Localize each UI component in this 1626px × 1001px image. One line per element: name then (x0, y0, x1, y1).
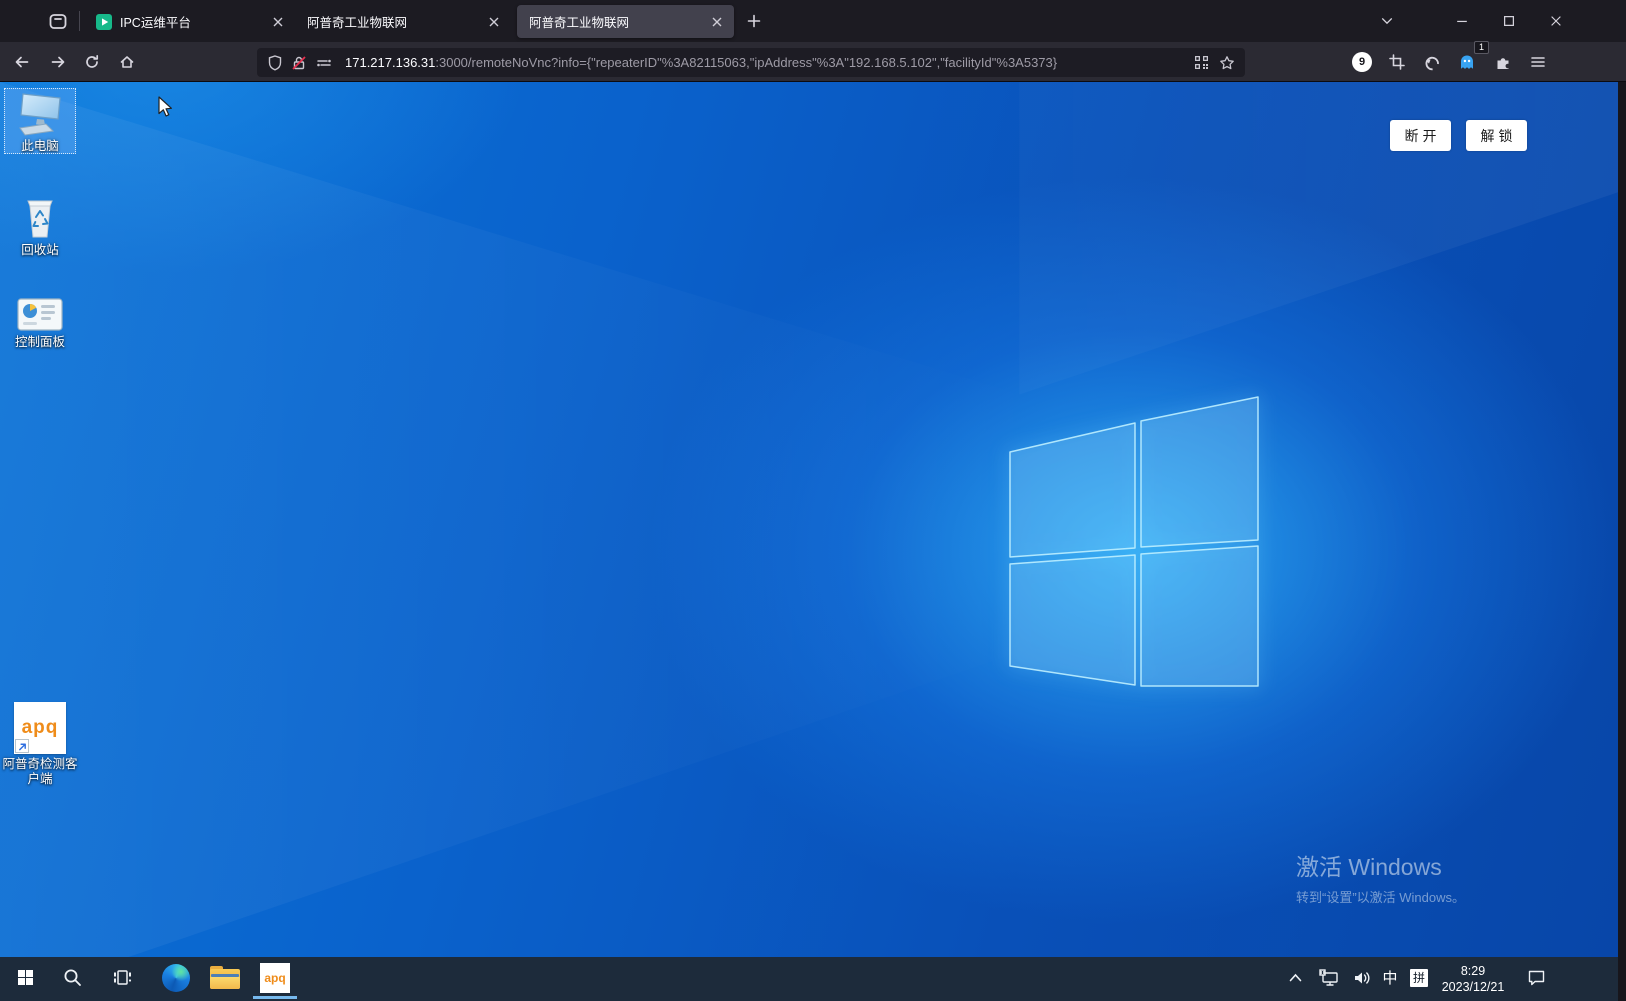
url-host: 171.217.136.31 (345, 55, 435, 70)
search-icon[interactable] (56, 957, 88, 998)
desktop-icon-recycle-bin[interactable]: 回收站 (4, 190, 76, 258)
tab-close-icon[interactable] (483, 11, 505, 33)
ime-mode-indicator[interactable]: 拼 (1406, 957, 1432, 998)
qr-code-icon[interactable] (1194, 55, 1209, 70)
watermark-subtitle: 转到“设置”以激活 Windows。 (1296, 887, 1465, 906)
ghost-extension-icon[interactable]: 1 (1452, 47, 1482, 77)
desktop-icon-this-pc[interactable]: 此电脑 (4, 88, 76, 154)
tab-bar: IPC运维平台 阿普奇工业物联网 阿普奇工业物联网 (0, 0, 1626, 42)
taskbar-clock[interactable]: 8:29 2023/12/21 (1436, 957, 1510, 1001)
network-icon[interactable] (1315, 957, 1343, 998)
clock-time: 8:29 (1436, 963, 1510, 979)
icon-label: 控制面板 (15, 335, 65, 350)
navigation-toolbar: 171.217.136.31:3000/remoteNoVnc?info={"r… (0, 42, 1626, 82)
icon-label: 回收站 (21, 243, 59, 258)
home-icon[interactable] (112, 47, 142, 77)
screenshot-crop-icon[interactable] (1382, 47, 1412, 77)
scrollbar[interactable] (1618, 82, 1626, 1001)
ghost-badge: 1 (1474, 41, 1489, 54)
apq-client-icon: apq (14, 702, 66, 754)
task-view-icon[interactable] (106, 957, 138, 998)
ime-language-indicator[interactable]: 中 (1378, 957, 1402, 998)
back-icon[interactable] (7, 47, 37, 77)
tray-chevron-up-icon[interactable] (1283, 957, 1307, 998)
bookmark-star-icon[interactable] (1219, 55, 1235, 71)
divider (79, 11, 80, 31)
watermark-title: 激活 Windows (1296, 848, 1465, 882)
activation-watermark: 激活 Windows 转到“设置”以激活 Windows。 (1296, 848, 1465, 906)
mouse-cursor (158, 96, 178, 118)
ball-badge: 9 (1352, 52, 1372, 72)
icon-label: 此电脑 (21, 139, 59, 154)
forward-icon[interactable] (43, 47, 73, 77)
tab-title: IPC运维平台 (120, 12, 263, 31)
unlock-button[interactable]: 解锁 (1466, 120, 1527, 151)
desktop-icon-control-panel[interactable]: 控制面板 (4, 294, 76, 350)
icon-label: 阿普奇检测客户端 (2, 757, 77, 787)
file-explorer-icon[interactable] (208, 957, 242, 998)
tracking-shield-icon[interactable] (267, 55, 283, 71)
volume-icon[interactable] (1348, 957, 1376, 998)
firefox-view-icon[interactable] (44, 8, 72, 34)
maximize-icon[interactable] (1493, 5, 1525, 37)
menu-hamburger-icon[interactable] (1523, 47, 1553, 77)
action-center-icon[interactable] (1520, 957, 1552, 998)
clock-date: 2023/12/21 (1436, 979, 1510, 995)
edge-browser-icon[interactable] (160, 957, 192, 998)
tab-title: 阿普奇工业物联网 (529, 12, 702, 31)
apq-logo-text: apq (22, 717, 59, 739)
tab-ipc-platform[interactable]: IPC运维平台 (84, 5, 295, 38)
start-button-icon[interactable] (9, 957, 41, 998)
taskbar: apq 中 (0, 957, 1618, 1001)
extension-ball-icon[interactable]: 9 (1347, 47, 1377, 77)
extensions-puzzle-icon[interactable] (1488, 47, 1518, 77)
tab-list-chevron-icon[interactable] (1371, 5, 1403, 37)
tab-close-icon[interactable] (706, 11, 728, 33)
permissions-icon[interactable] (315, 55, 333, 71)
tab-apq-iot-2-active[interactable]: 阿普奇工业物联网 (517, 5, 734, 38)
this-pc-icon (17, 92, 63, 136)
recycle-bin-icon (20, 194, 60, 240)
url-input[interactable]: 171.217.136.31:3000/remoteNoVnc?info={"r… (345, 55, 1057, 70)
active-app-indicator (253, 996, 297, 999)
play-favicon-icon (96, 14, 112, 30)
insecure-lock-icon[interactable] (291, 55, 307, 71)
vnc-canvas[interactable]: 断开 解锁 此电脑 回收站 (0, 82, 1618, 1001)
shortcut-arrow-icon (15, 739, 29, 753)
desktop-icon-apq-client[interactable]: apq 阿普奇检测客户端 (2, 698, 78, 787)
undo-arrow-icon[interactable] (1417, 47, 1447, 77)
control-panel-icon (17, 298, 63, 332)
minimize-icon[interactable] (1446, 5, 1478, 37)
disconnect-button[interactable]: 断开 (1390, 120, 1451, 151)
reload-icon[interactable] (77, 47, 107, 77)
new-tab-icon[interactable] (740, 7, 768, 35)
tab-title: 阿普奇工业物联网 (307, 12, 479, 31)
tab-close-icon[interactable] (267, 11, 289, 33)
apq-taskbar-icon[interactable]: apq (258, 957, 292, 998)
windows-logo (1008, 394, 1260, 690)
tab-apq-iot-1[interactable]: 阿普奇工业物联网 (295, 5, 511, 38)
url-bar[interactable]: 171.217.136.31:3000/remoteNoVnc?info={"r… (257, 48, 1245, 77)
close-window-icon[interactable] (1540, 5, 1572, 37)
url-path: :3000/remoteNoVnc?info={"repeaterID"%3A8… (435, 55, 1057, 70)
